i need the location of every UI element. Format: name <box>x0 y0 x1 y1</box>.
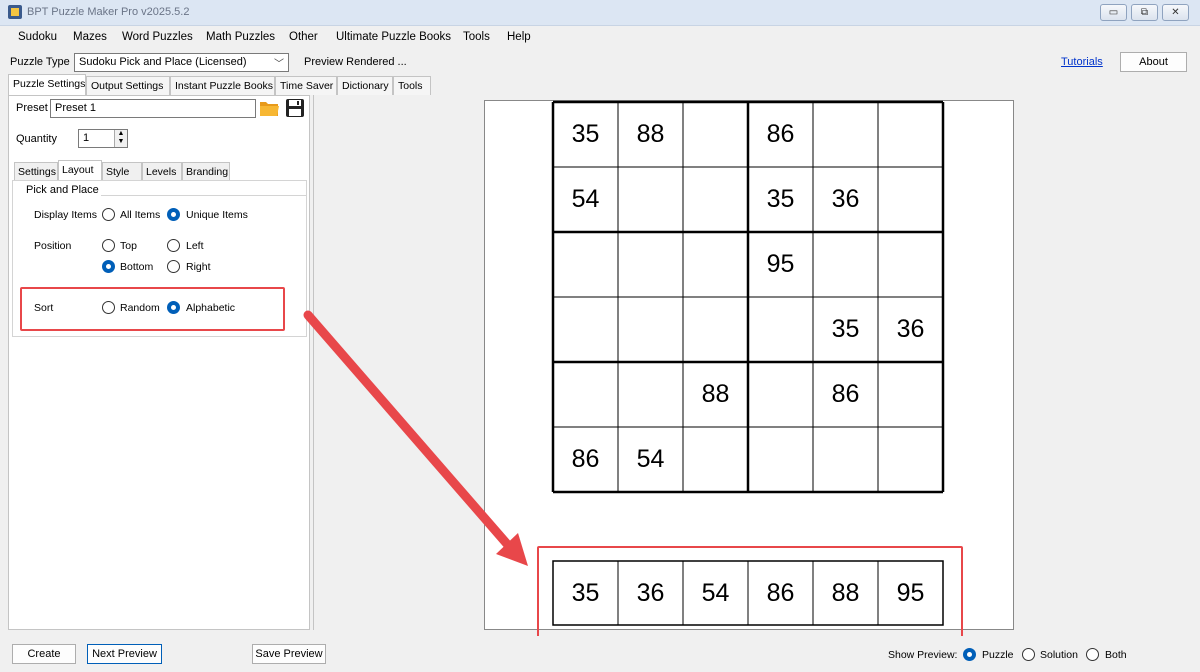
show-puzzle-label: Puzzle <box>982 649 1014 661</box>
radio-show-solution[interactable] <box>1022 648 1035 661</box>
grid-cell: 54 <box>636 445 665 473</box>
pick-items-highlight-box <box>537 546 963 640</box>
grid-cell: 95 <box>766 250 795 278</box>
grid-cell: 86 <box>831 380 860 408</box>
grid-cell: 36 <box>896 315 925 343</box>
show-solution-label: Solution <box>1040 649 1078 661</box>
grid-cell: 35 <box>766 185 795 213</box>
next-preview-button[interactable]: Next Preview <box>87 644 162 664</box>
grid-cell: 35 <box>571 120 600 148</box>
grid-cell: 86 <box>766 120 795 148</box>
grid-cell: 36 <box>831 185 860 213</box>
radio-show-puzzle[interactable] <box>963 648 976 661</box>
arrow-annotation <box>303 310 528 566</box>
grid-cell: 88 <box>636 120 665 148</box>
radio-show-both[interactable] <box>1086 648 1099 661</box>
create-button[interactable]: Create <box>12 644 76 664</box>
bottom-bar <box>0 636 1200 672</box>
grid-cell: 54 <box>571 185 600 213</box>
grid-cell: 86 <box>571 445 600 473</box>
save-preview-button[interactable]: Save Preview <box>252 644 326 664</box>
grid-cell: 88 <box>701 380 730 408</box>
sudoku-grid <box>551 100 945 494</box>
show-both-label: Both <box>1105 649 1127 661</box>
grid-cell: 35 <box>831 315 860 343</box>
show-preview-label: Show Preview: <box>888 649 958 661</box>
